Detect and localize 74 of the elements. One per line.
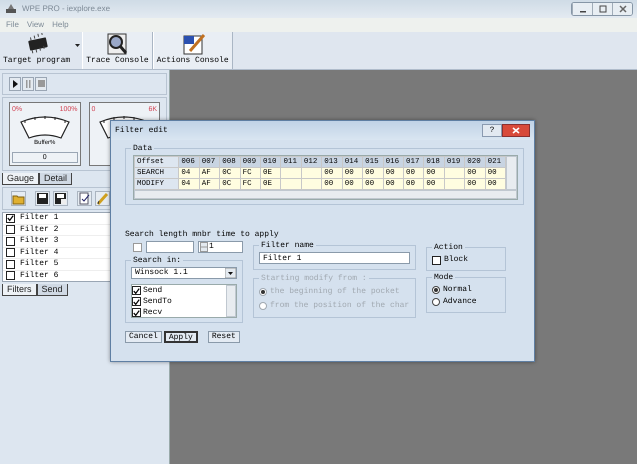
close-button[interactable] bbox=[502, 124, 530, 137]
checkbox[interactable] bbox=[132, 308, 141, 317]
dropdown-arrow-icon[interactable] bbox=[225, 268, 236, 278]
checkbox[interactable] bbox=[432, 256, 441, 264]
group-label: Data bbox=[132, 144, 154, 153]
filter-name-field[interactable]: Filter 1 bbox=[259, 252, 410, 264]
dialog-button[interactable]: Reset bbox=[208, 331, 240, 343]
filter-item[interactable]: Filter 5 bbox=[20, 258, 58, 270]
vertical-scrollbar[interactable] bbox=[506, 156, 517, 190]
group-label: Starting modify from : bbox=[260, 274, 368, 282]
pause-icon bbox=[24, 80, 32, 88]
app-icon bbox=[4, 3, 18, 15]
checkbox[interactable] bbox=[6, 225, 15, 234]
dialog-button[interactable]: Cancel bbox=[125, 331, 162, 343]
tab[interactable]: Detail bbox=[39, 173, 72, 185]
radio-label: Normal bbox=[443, 284, 472, 296]
tab[interactable]: Gauge bbox=[2, 173, 40, 185]
stop-icon bbox=[38, 80, 44, 88]
vertical-scrollbar[interactable] bbox=[226, 285, 236, 317]
group-label: Filter name bbox=[260, 241, 315, 250]
toolbar-button[interactable]: Actions Console bbox=[152, 32, 233, 69]
protocol-dropdown[interactable]: Winsock 1.1 bbox=[131, 267, 237, 279]
radio-button[interactable] bbox=[432, 286, 440, 294]
horizontal-scrollbar[interactable] bbox=[134, 190, 517, 199]
close-icon bbox=[618, 5, 628, 13]
help-button[interactable]: ? bbox=[482, 124, 502, 137]
filter-item[interactable]: Filter 3 bbox=[20, 235, 58, 248]
save-button[interactable] bbox=[35, 191, 50, 206]
list-item[interactable]: Send bbox=[143, 284, 162, 296]
checkbox[interactable] bbox=[6, 236, 15, 246]
filter-item[interactable]: Filter 4 bbox=[20, 246, 58, 259]
minimize-button[interactable] bbox=[572, 3, 592, 15]
checkbox[interactable] bbox=[6, 248, 15, 258]
group-label: Action bbox=[433, 243, 464, 252]
play-icon bbox=[12, 80, 18, 88]
list-item[interactable]: SendTo bbox=[143, 296, 172, 308]
document-check-icon bbox=[78, 192, 91, 205]
checkbox[interactable] bbox=[6, 260, 15, 269]
radio-button[interactable] bbox=[432, 298, 440, 306]
spin-field[interactable]: 1 bbox=[198, 241, 243, 253]
filter-item[interactable]: Filter 2 bbox=[20, 224, 58, 236]
filter-item[interactable]: Filter 1 bbox=[20, 213, 58, 224]
checkbox[interactable] bbox=[133, 242, 142, 252]
radio-label: the beginning of the pocket bbox=[270, 286, 400, 298]
dialog-title: Filter edit bbox=[115, 124, 168, 136]
dialog-button[interactable]: Apply bbox=[164, 331, 198, 343]
length-field[interactable] bbox=[146, 241, 194, 253]
checkbox[interactable] bbox=[6, 214, 15, 223]
close-icon bbox=[512, 127, 520, 134]
group-label: Search in: bbox=[132, 256, 182, 265]
tab[interactable]: Send bbox=[36, 284, 68, 296]
radio-label: Advance bbox=[443, 296, 477, 308]
filter-item[interactable]: Filter 6 bbox=[20, 270, 58, 281]
checkbox[interactable] bbox=[132, 286, 141, 295]
toolbar-button[interactable]: Trace Console bbox=[82, 32, 153, 69]
save-as-icon bbox=[54, 192, 67, 205]
tab[interactable]: Filters bbox=[2, 284, 36, 296]
checkbox-label: Block bbox=[444, 254, 468, 266]
radio-label: from the position of the char bbox=[270, 300, 410, 312]
checkbox[interactable] bbox=[6, 271, 15, 280]
window-title: WPE PRO - iexplore.exe bbox=[22, 3, 110, 15]
list-item[interactable]: Recv bbox=[143, 306, 162, 318]
save-icon bbox=[36, 192, 49, 205]
group-label: Mode bbox=[433, 273, 454, 282]
folder-button[interactable] bbox=[11, 191, 26, 206]
maximize-button[interactable] bbox=[592, 3, 612, 15]
search-length-label: Search length mnbr time to apply bbox=[125, 229, 279, 241]
close-button[interactable] bbox=[612, 3, 632, 15]
checkbox[interactable] bbox=[132, 297, 141, 306]
document-check-button[interactable] bbox=[77, 191, 92, 206]
maximize-icon bbox=[598, 5, 608, 13]
pen-icon bbox=[96, 192, 109, 205]
play-button[interactable] bbox=[9, 77, 21, 91]
save-as-button[interactable] bbox=[53, 191, 68, 206]
